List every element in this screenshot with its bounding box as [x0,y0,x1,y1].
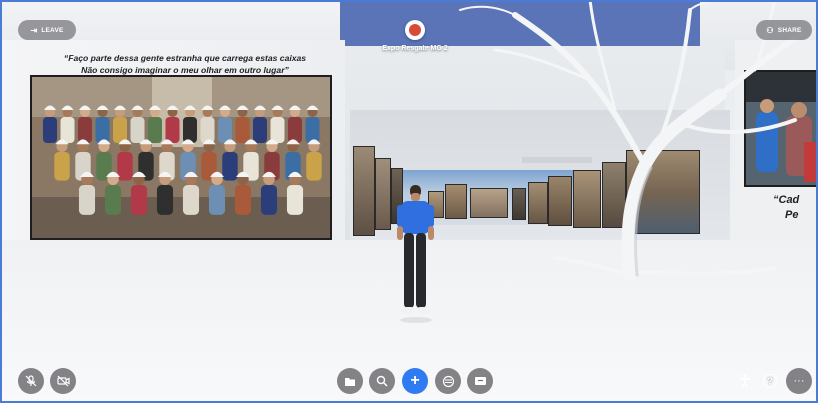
reactions-button[interactable] [435,368,461,394]
virtual-gallery-viewport[interactable]: “Faço parte dessa gente estranha que car… [0,0,818,403]
photo-person [130,117,145,143]
plus-icon: + [410,372,420,389]
photo-person [218,117,232,143]
photo-person [78,185,96,215]
venue-name: Expo Resgate MG 2 [382,45,448,52]
photo-person [234,185,252,215]
photo-person [156,185,174,215]
group-photo-illustration [32,77,330,238]
screen-share-icon [474,376,486,385]
exhibit-photo[interactable] [375,158,391,230]
exhibit-photo[interactable] [353,146,375,236]
photo-person [148,117,162,143]
add-person-icon: ⚇ [766,25,774,35]
help-button[interactable]: ? [760,371,780,391]
leave-label: LEAVE [41,26,64,34]
exit-icon: ⇥ [30,25,38,35]
photo-person [113,117,127,143]
camera-toggle-button[interactable] [50,368,76,394]
photo-person [43,117,57,143]
venue-logo [405,20,425,40]
photo-person [104,185,122,215]
accessibility-button[interactable] [735,371,755,391]
photo-person [208,185,226,215]
photo-person [165,117,180,143]
more-icon: ··· [793,375,805,387]
photo-person [95,117,110,143]
camera-off-icon [56,375,70,387]
accessibility-icon [739,374,751,388]
share-label: SHARE [777,26,802,34]
photo-person [253,117,267,143]
venue-header: Expo Resgate MG 2 [380,20,450,52]
quote-line-1: “Faço parte dessa gente estranha que car… [63,53,307,63]
files-button[interactable] [337,368,363,394]
more-button[interactable]: ··· [786,368,812,394]
photo-person [60,117,75,143]
photo-person [78,117,92,143]
user-avatar[interactable] [395,183,435,323]
screen-share-button[interactable] [467,368,493,394]
photo-person [130,185,148,215]
mic-off-icon [25,375,37,387]
exhibit-photo-group[interactable] [30,75,332,240]
photo-person [183,117,197,143]
folder-icon [345,377,355,386]
photo-person [288,117,302,143]
photo-person [260,185,278,215]
help-icon: ? [763,374,777,388]
exhibit-quote: “Faço parte dessa gente estranha que car… [40,52,330,76]
photo-person [286,185,304,215]
leave-button[interactable]: ⇥ LEAVE [18,20,76,40]
add-button[interactable]: + [402,368,428,394]
share-button[interactable]: ⚇ SHARE [756,20,812,40]
photo-person [305,117,320,143]
photo-person [54,152,70,181]
photo-person [200,117,215,143]
photo-person [117,152,133,181]
photo-person [306,152,322,181]
mic-toggle-button[interactable] [18,368,44,394]
white-tree-sculpture [459,0,803,280]
photo-person [235,117,250,143]
photo-person [182,185,200,215]
emoji-icon [442,375,454,387]
photo-person [222,152,238,181]
search-button[interactable] [369,368,395,394]
search-icon [376,375,388,387]
photo-person [270,117,285,143]
